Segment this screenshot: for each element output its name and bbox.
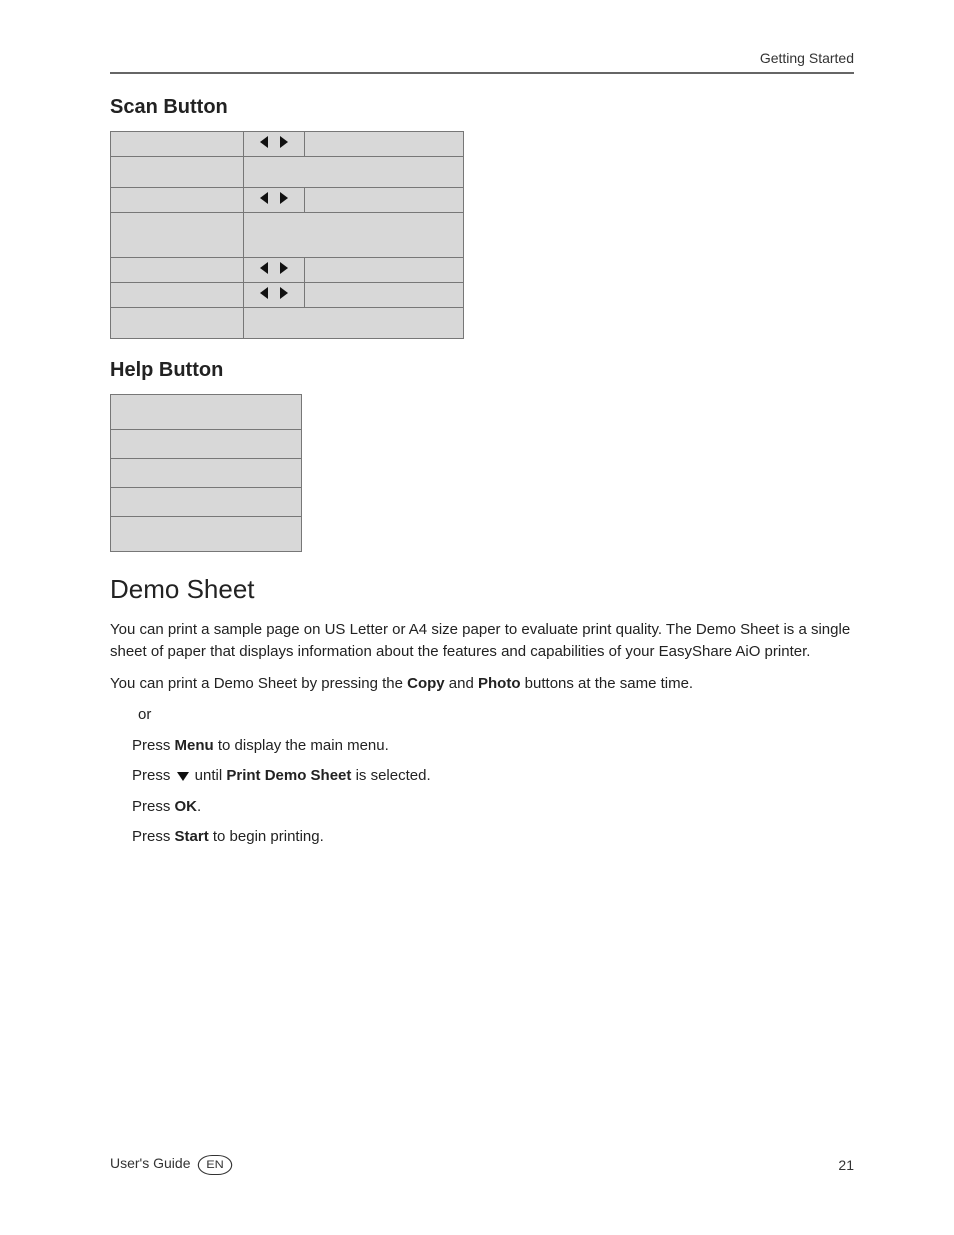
text: You can print a Demo Sheet by pressing t… xyxy=(110,675,407,692)
list-item: Press Start to begin printing. xyxy=(132,826,854,849)
arrow-cell xyxy=(244,132,305,157)
table-row xyxy=(111,188,244,213)
header-rule xyxy=(110,72,854,74)
table-row xyxy=(111,132,244,157)
value-cell xyxy=(305,258,464,283)
text: Press xyxy=(132,798,175,815)
text: Press xyxy=(132,828,175,845)
text: until xyxy=(191,767,227,784)
value-cell xyxy=(305,283,464,308)
text: Press xyxy=(132,737,175,754)
value-cell xyxy=(244,157,464,188)
language-badge: EN xyxy=(198,1155,233,1175)
bold-photo: Photo xyxy=(478,675,521,692)
text: is selected. xyxy=(351,767,430,784)
page-number: 21 xyxy=(838,1157,854,1173)
arrow-cell xyxy=(244,258,305,283)
bold-print-demo-sheet: Print Demo Sheet xyxy=(226,767,351,784)
list-item: Press until Print Demo Sheet is selected… xyxy=(132,765,854,788)
bold-start: Start xyxy=(175,828,209,845)
triangle-left-icon xyxy=(260,262,268,274)
down-arrow-icon xyxy=(177,772,189,781)
demo-paragraph-2: You can print a Demo Sheet by pressing t… xyxy=(110,673,854,695)
triangle-right-icon xyxy=(280,287,288,299)
triangle-right-icon xyxy=(280,192,288,204)
triangle-left-icon xyxy=(260,136,268,148)
table-row xyxy=(111,395,302,430)
arrow-cell xyxy=(244,188,305,213)
arrow-cell xyxy=(244,283,305,308)
scan-button-table xyxy=(110,131,464,339)
text: to display the main menu. xyxy=(214,737,389,754)
table-row xyxy=(111,258,244,283)
demo-steps: or Press Menu to display the main menu. … xyxy=(132,704,854,849)
text: Press xyxy=(132,767,175,784)
text: . xyxy=(197,798,201,815)
footer-guide-label: User's Guide xyxy=(110,1155,190,1171)
text: and xyxy=(445,675,478,692)
running-header: Getting Started xyxy=(110,50,854,66)
text: to begin printing. xyxy=(209,828,324,845)
text: buttons at the same time. xyxy=(521,675,694,692)
demo-paragraph-1: You can print a sample page on US Letter… xyxy=(110,619,854,663)
table-row xyxy=(111,430,302,459)
heading-help-button: Help Button xyxy=(110,359,854,382)
table-row xyxy=(111,308,244,339)
list-item: Press Menu to display the main menu. xyxy=(132,735,854,758)
list-item: Press OK. xyxy=(132,796,854,819)
triangle-right-icon xyxy=(280,262,288,274)
heading-demo-sheet: Demo Sheet xyxy=(110,574,854,605)
bold-copy: Copy xyxy=(407,675,445,692)
footer-left: User's Guide EN xyxy=(110,1155,230,1175)
triangle-left-icon xyxy=(260,287,268,299)
table-row xyxy=(111,157,244,188)
table-row xyxy=(111,213,244,258)
text: or xyxy=(138,706,151,723)
help-button-table xyxy=(110,394,302,552)
bold-ok: OK xyxy=(175,798,198,815)
table-row xyxy=(111,517,302,552)
triangle-left-icon xyxy=(260,192,268,204)
triangle-right-icon xyxy=(280,136,288,148)
heading-scan-button: Scan Button xyxy=(110,96,854,119)
table-row xyxy=(111,283,244,308)
table-row xyxy=(111,488,302,517)
table-row xyxy=(111,459,302,488)
value-cell xyxy=(305,188,464,213)
bold-menu: Menu xyxy=(175,737,214,754)
value-cell xyxy=(305,132,464,157)
value-cell xyxy=(244,308,464,339)
list-item: or xyxy=(132,704,854,727)
value-cell xyxy=(244,213,464,258)
